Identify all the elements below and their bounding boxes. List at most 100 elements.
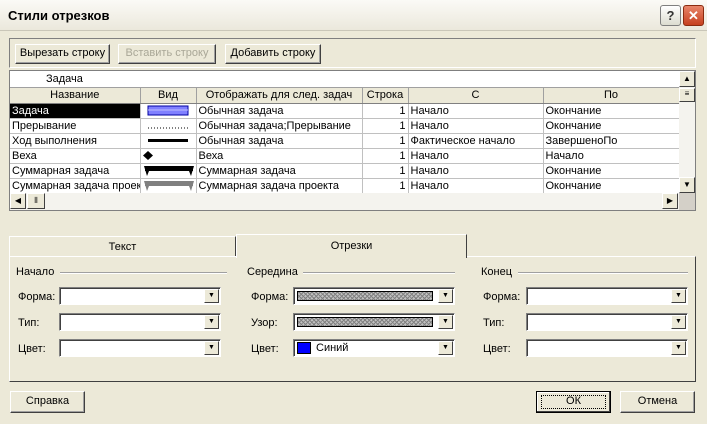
cell-show-for[interactable]: Обычная задача <box>196 133 363 149</box>
cell-show-for[interactable]: Веха <box>196 148 363 164</box>
help-button[interactable]: Справка <box>10 391 85 413</box>
chevron-down-icon[interactable]: ▼ <box>438 315 453 329</box>
table-row[interactable]: Веха Веха 1 Начало Начало <box>10 148 680 164</box>
cell-to[interactable]: Окончание <box>543 118 680 134</box>
ok-button[interactable]: ОК <box>536 391 611 413</box>
middle-color-select[interactable]: Синий ▼ <box>293 339 455 357</box>
cell-name[interactable]: Прерывание <box>10 118 141 134</box>
cell-appearance[interactable] <box>140 133 197 149</box>
cell-row[interactable]: 1 <box>362 103 409 119</box>
table-row[interactable]: Суммарная задача Суммарная задача 1 Нача… <box>10 163 680 179</box>
start-color-label: Цвет: <box>18 343 46 355</box>
split-dotted-icon <box>148 127 188 129</box>
start-shape-select[interactable]: ▼ <box>59 287 221 305</box>
cut-row-button[interactable]: Вырезать строку <box>15 44 110 64</box>
vertical-scrollbar[interactable]: ▲ ≡ ▼ <box>679 71 695 193</box>
end-shape-select[interactable]: ▼ <box>526 287 688 305</box>
table-row[interactable]: Прерывание Обычная задача;Прерывание 1 Н… <box>10 118 680 134</box>
start-type-label: Тип: <box>18 317 40 329</box>
scroll-left-icon[interactable]: ◀ <box>10 193 26 209</box>
cell-show-for[interactable]: Обычная задача <box>196 103 363 119</box>
cell-show-for[interactable]: Суммарная задача проекта <box>196 178 363 194</box>
scroll-up-icon[interactable]: ▲ <box>679 71 695 87</box>
cell-to[interactable]: Начало <box>543 148 680 164</box>
scroll-right-icon[interactable]: ▶ <box>662 193 678 209</box>
cell-appearance[interactable] <box>140 103 197 119</box>
cell-appearance[interactable] <box>140 178 197 194</box>
chevron-down-icon[interactable]: ▼ <box>438 341 453 355</box>
group-title-middle: Середина <box>247 266 298 278</box>
cell-to[interactable]: ЗавершеноПо <box>543 133 680 149</box>
cell-appearance[interactable] <box>140 163 197 179</box>
cell-name[interactable]: Суммарная задача проекта <box>10 178 141 194</box>
scroll-down-icon[interactable]: ▼ <box>679 177 695 193</box>
cell-name[interactable]: Задача <box>10 103 141 119</box>
cell-to[interactable]: Окончание <box>543 163 680 179</box>
chevron-down-icon[interactable]: ▼ <box>204 315 219 329</box>
cell-show-for[interactable]: Суммарная задача <box>196 163 363 179</box>
column-header-to[interactable]: По <box>543 88 680 104</box>
end-type-label: Тип: <box>483 317 505 329</box>
help-icon[interactable]: ? <box>660 5 681 26</box>
start-color-select[interactable]: ▼ <box>59 339 221 357</box>
cell-from[interactable]: Начало <box>408 118 544 134</box>
end-type-select[interactable]: ▼ <box>526 313 688 331</box>
cell-row[interactable]: 1 <box>362 163 409 179</box>
cell-from[interactable]: Фактическое начало <box>408 133 544 149</box>
chevron-down-icon[interactable]: ▼ <box>671 341 686 355</box>
group-title-end: Конец <box>481 266 513 278</box>
group-divider <box>60 272 227 274</box>
middle-pattern-select[interactable]: ▼ <box>293 313 455 331</box>
table-row[interactable]: Ход выполнения Обычная задача 1 Фактичес… <box>10 133 680 149</box>
cell-to[interactable]: Окончание <box>543 178 680 194</box>
column-header-name[interactable]: Название <box>10 88 141 104</box>
cell-edit-value: Задача <box>46 73 83 85</box>
end-color-label: Цвет: <box>483 343 511 355</box>
cell-from[interactable]: Начало <box>408 163 544 179</box>
column-header-from[interactable]: С <box>408 88 544 104</box>
chevron-down-icon[interactable]: ▼ <box>671 289 686 303</box>
paste-row-button[interactable]: Вставить строку <box>118 44 216 64</box>
cell-name[interactable]: Ход выполнения <box>10 133 141 149</box>
cell-appearance[interactable] <box>140 118 197 134</box>
cell-row[interactable]: 1 <box>362 178 409 194</box>
hscroll-thumb-icon[interactable]: ⦀ <box>27 193 45 209</box>
tab-text[interactable]: Текст <box>9 236 236 256</box>
cell-edit-field[interactable]: Задача <box>10 71 679 88</box>
close-icon[interactable]: ✕ <box>683 5 704 26</box>
cell-from[interactable]: Начало <box>408 103 544 119</box>
middle-shape-select[interactable]: ▼ <box>293 287 455 305</box>
hatched-bar-icon <box>297 291 433 301</box>
middle-color-value: Синий <box>316 342 349 354</box>
cell-to[interactable]: Окончание <box>543 103 680 119</box>
end-color-select[interactable]: ▼ <box>526 339 688 357</box>
table-row[interactable]: Задача Обычная задача 1 Начало Окончание <box>10 103 680 119</box>
title-bar: Стили отрезков ? ✕ <box>0 0 707 31</box>
column-header-row[interactable]: Строка <box>362 88 409 104</box>
window-title: Стили отрезков <box>8 8 110 23</box>
cell-row[interactable]: 1 <box>362 148 409 164</box>
chevron-down-icon[interactable]: ▼ <box>204 341 219 355</box>
chevron-down-icon[interactable]: ▼ <box>438 289 453 303</box>
cancel-button[interactable]: Отмена <box>620 391 695 413</box>
middle-color-label: Цвет: <box>251 343 279 355</box>
start-type-select[interactable]: ▼ <box>59 313 221 331</box>
cell-show-for[interactable]: Обычная задача;Прерывание <box>196 118 363 134</box>
tab-bars[interactable]: Отрезки <box>236 234 467 258</box>
column-header-show-for[interactable]: Отображать для след. задач <box>196 88 363 104</box>
cell-row[interactable]: 1 <box>362 133 409 149</box>
chevron-down-icon[interactable]: ▼ <box>671 315 686 329</box>
cell-appearance[interactable] <box>140 148 197 164</box>
add-row-button[interactable]: Добавить строку <box>225 44 321 64</box>
chevron-down-icon[interactable]: ▼ <box>204 289 219 303</box>
cell-name[interactable]: Суммарная задача <box>10 163 141 179</box>
table-row[interactable]: Суммарная задача проекта Суммарная задач… <box>10 178 680 194</box>
cell-from[interactable]: Начало <box>408 178 544 194</box>
cell-name[interactable]: Веха <box>10 148 141 164</box>
cell-row[interactable]: 1 <box>362 118 409 134</box>
cell-from[interactable]: Начало <box>408 148 544 164</box>
summary-bar-icon <box>143 165 194 176</box>
column-header-appearance[interactable]: Вид <box>140 88 197 104</box>
horizontal-scrollbar[interactable]: ◀ ⦀ ▶ <box>10 193 679 210</box>
scroll-thumb-icon[interactable]: ≡ <box>679 88 695 102</box>
